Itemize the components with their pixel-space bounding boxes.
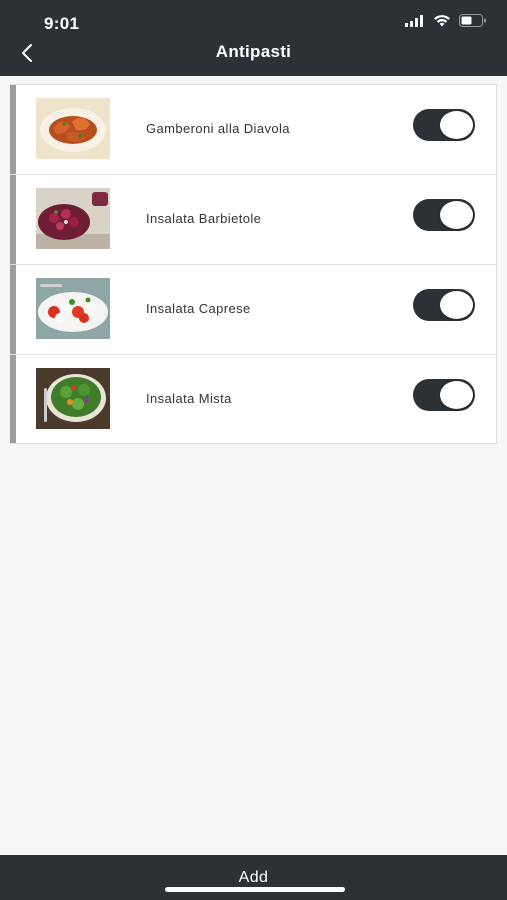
list-item[interactable]: Insalata Caprese bbox=[10, 265, 496, 355]
nav-bar: Antipasti bbox=[0, 36, 507, 76]
page-title: Antipasti bbox=[215, 42, 292, 61]
toggle-knob bbox=[440, 381, 473, 409]
dish-image-barbietole bbox=[36, 188, 110, 249]
dish-image-gamberoni bbox=[36, 98, 110, 159]
status-bar: 9:01 bbox=[0, 0, 507, 40]
dish-toggle[interactable] bbox=[413, 289, 475, 321]
toggle-knob bbox=[440, 291, 473, 319]
dish-name: Insalata Mista bbox=[146, 391, 232, 406]
dish-name: Gamberoni alla Diavola bbox=[146, 121, 290, 136]
dish-image-mista bbox=[36, 368, 110, 429]
status-icons bbox=[405, 14, 487, 32]
status-time: 9:01 bbox=[44, 14, 80, 33]
battery-icon bbox=[459, 14, 487, 32]
dish-image-caprese bbox=[36, 278, 110, 339]
wifi-icon bbox=[433, 14, 451, 32]
dish-list: Gamberoni alla Diavola Insalata Barbieto… bbox=[10, 84, 497, 444]
dish-name: Insalata Barbietole bbox=[146, 211, 262, 226]
toggle-knob bbox=[440, 201, 473, 229]
list-item[interactable]: Gamberoni alla Diavola bbox=[10, 85, 496, 175]
add-label: Add bbox=[238, 869, 269, 886]
dish-toggle[interactable] bbox=[413, 379, 475, 411]
dish-toggle[interactable] bbox=[413, 109, 475, 141]
dish-name: Insalata Caprese bbox=[146, 301, 251, 316]
signal-icon bbox=[405, 14, 425, 32]
add-button[interactable]: Add bbox=[0, 855, 507, 900]
toggle-knob bbox=[440, 111, 473, 139]
dish-toggle[interactable] bbox=[413, 199, 475, 231]
list-item[interactable]: Insalata Mista bbox=[10, 355, 496, 443]
home-indicator bbox=[165, 887, 345, 892]
list-item[interactable]: Insalata Barbietole bbox=[10, 175, 496, 265]
